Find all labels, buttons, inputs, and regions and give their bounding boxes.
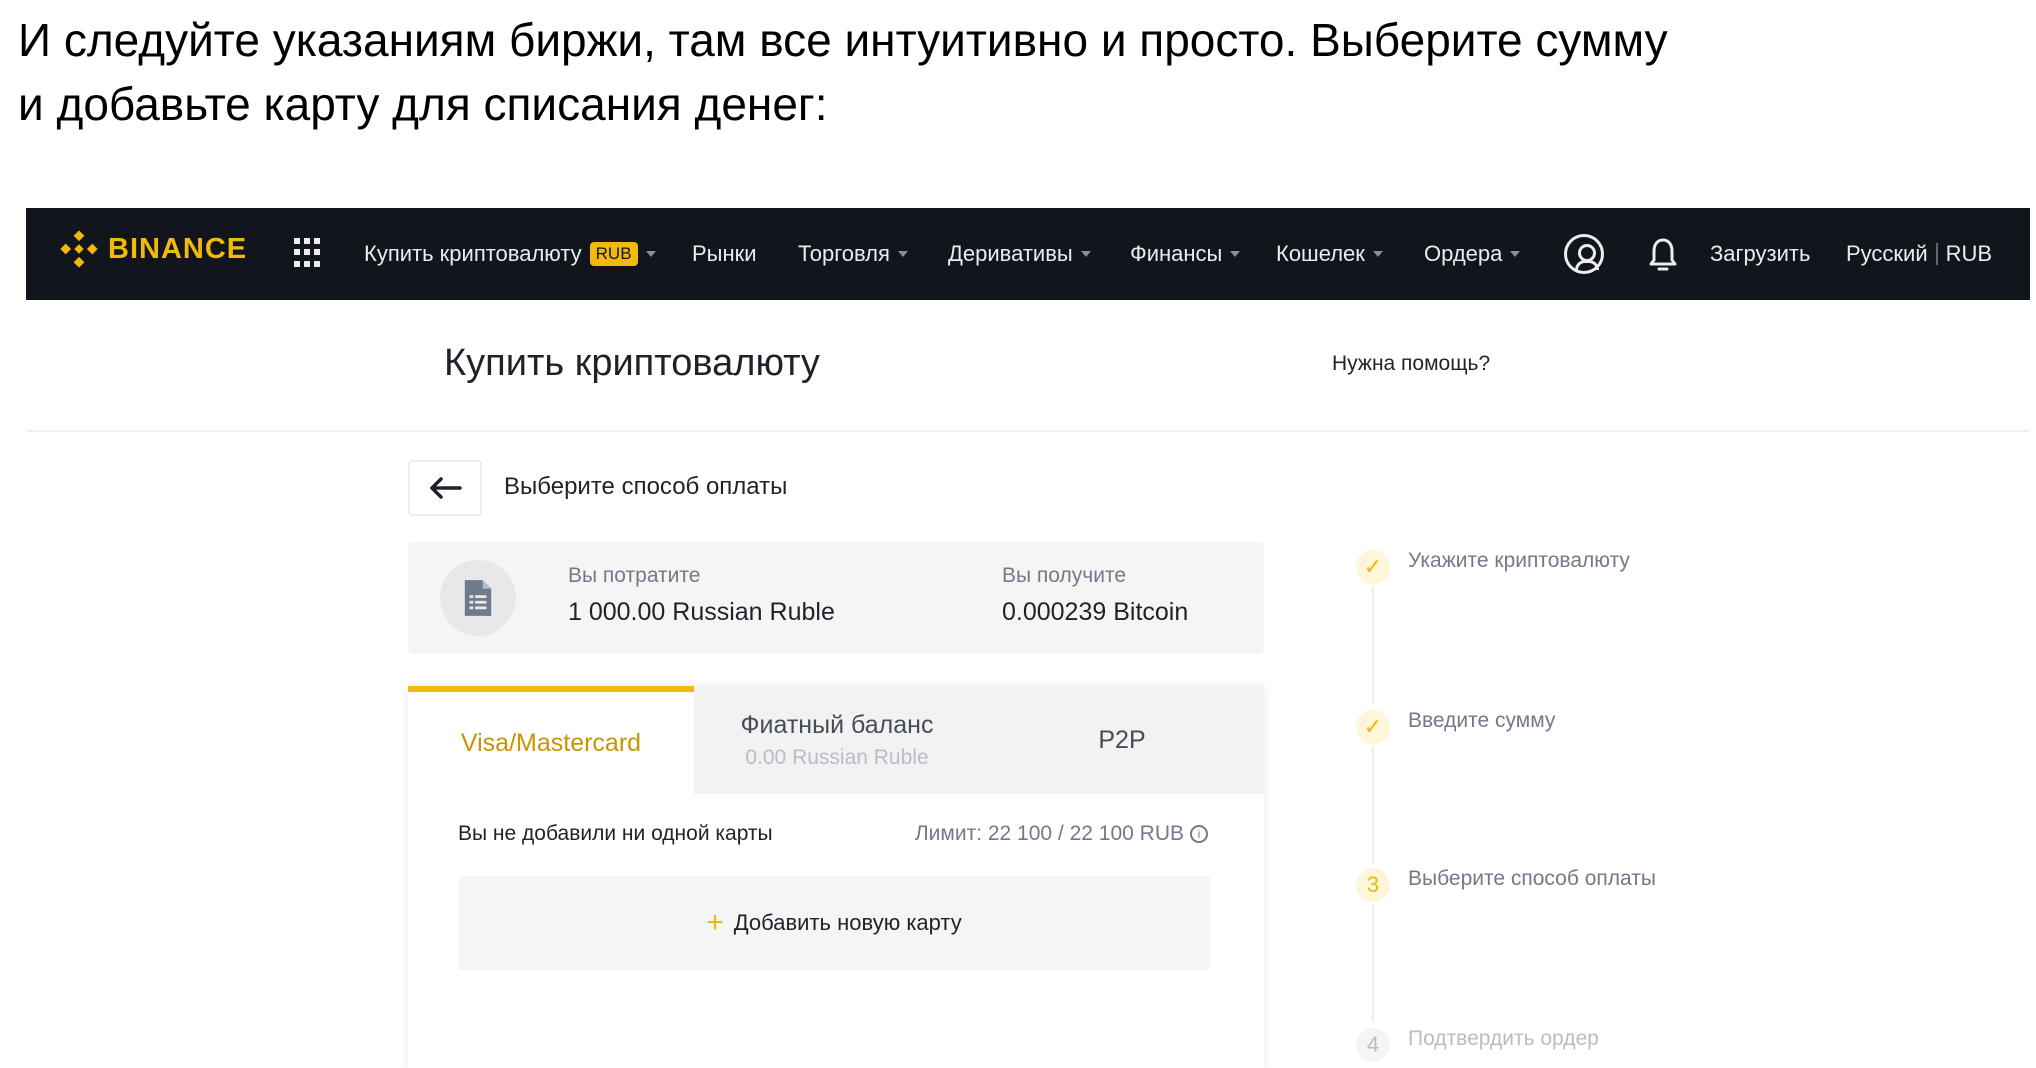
limit-text: Лимит: 22 100 / 22 100 RUB — [914, 822, 1184, 845]
payment-method-card: Visa/Mastercard Фиатный баланс 0.00 Russ… — [408, 686, 1264, 1068]
order-summary: Вы потратите 1 000.00 Russian Ruble Вы п… — [408, 542, 1264, 654]
nav-trade[interactable]: Торговля — [798, 208, 908, 300]
binance-logo-icon — [60, 230, 98, 268]
intro-line-1: И следуйте указаниям биржи, там все инту… — [18, 14, 1668, 66]
help-link[interactable]: Нужна помощь? — [1332, 352, 1490, 376]
chevron-down-icon — [645, 251, 656, 257]
intro-line-2: и добавьте карту для списания денег: — [18, 78, 828, 130]
chevron-down-icon — [1372, 251, 1383, 257]
nav-download-label: Загрузить — [1710, 241, 1811, 266]
step-1-label: Укажите криптовалюту — [1408, 549, 1630, 572]
limit-info: Лимит: 22 100 / 22 100 RUB i — [915, 822, 1208, 846]
chevron-down-icon — [897, 251, 908, 257]
arrow-left-icon — [430, 477, 462, 499]
info-icon[interactable]: i — [1190, 825, 1208, 843]
back-button[interactable] — [408, 460, 482, 516]
chevron-down-icon — [1080, 251, 1091, 257]
step-connector — [1372, 904, 1374, 1022]
step-4-label: Подтвердить ордер — [1408, 1027, 1599, 1050]
nav-markets-label: Рынки — [692, 241, 757, 266]
nav-buy-crypto[interactable]: Купить криптовалюту RUB — [364, 208, 656, 300]
step-3-label: Выберите способ оплаты — [1408, 867, 1656, 890]
spend-label: Вы потратите — [568, 564, 701, 587]
step-connector — [1372, 746, 1374, 864]
logo-text: BINANCE — [108, 232, 248, 265]
step-4-number: 4 — [1356, 1028, 1390, 1062]
spend-value: 1 000.00 Russian Ruble — [568, 598, 835, 626]
nav-language-currency[interactable]: Русский RUB — [1846, 208, 1992, 300]
tab-visa-mastercard-label: Visa/Mastercard — [460, 728, 642, 757]
top-nav: BINANCE Купить криптовалюту RUB Рынки То… — [26, 208, 2030, 300]
chevron-down-icon — [1230, 251, 1241, 257]
nav-wallet[interactable]: Кошелек — [1276, 208, 1383, 300]
add-card-button[interactable]: + Добавить новую карту — [458, 876, 1210, 970]
step-connector — [1372, 586, 1374, 704]
divider — [1935, 243, 1938, 265]
nav-finance-label: Финансы — [1130, 241, 1223, 266]
user-icon[interactable] — [1564, 234, 1604, 274]
no-cards-message: Вы не добавили ни одной карты — [458, 822, 773, 845]
payment-tabs: Visa/Mastercard Фиатный баланс 0.00 Russ… — [408, 686, 1264, 794]
binance-logo[interactable]: BINANCE — [60, 230, 247, 268]
chevron-down-icon — [1510, 251, 1521, 257]
tab-visa-mastercard[interactable]: Visa/Mastercard — [408, 686, 694, 794]
nav-derivatives-label: Деривативы — [948, 241, 1073, 266]
nav-orders-label: Ордера — [1424, 241, 1503, 266]
nav-download[interactable]: Загрузить — [1710, 208, 1810, 300]
nav-buy-crypto-label: Купить криптовалюту — [364, 241, 582, 266]
receive-value: 0.000239 Bitcoin — [1002, 598, 1189, 626]
receive-label: Вы получите — [1002, 564, 1127, 587]
nav-currency: RUB — [1945, 241, 1993, 266]
step-3-number: 3 — [1356, 868, 1390, 902]
apps-grid-icon[interactable] — [294, 238, 324, 268]
nav-finance[interactable]: Финансы — [1130, 208, 1241, 300]
binance-screenshot: BINANCE Купить криптовалюту RUB Рынки То… — [26, 208, 2030, 1068]
tab-fiat-balance-label: Фиатный баланс — [740, 710, 934, 739]
nav-trade-label: Торговля — [798, 241, 890, 266]
step-1-check-icon: ✓ — [1356, 550, 1390, 584]
section-title: Выберите способ оплаты — [504, 473, 788, 500]
document-icon — [440, 560, 516, 636]
tab-p2p[interactable]: P2P — [980, 686, 1264, 794]
add-card-label: Добавить новую карту — [733, 910, 962, 935]
page-title: Купить криптовалюту — [444, 342, 820, 384]
step-2-check-icon: ✓ — [1356, 710, 1390, 744]
rub-badge: RUB — [589, 242, 638, 266]
fiat-balance-amount: 0.00 Russian Ruble — [745, 745, 929, 769]
tab-fiat-balance[interactable]: Фиатный баланс 0.00 Russian Ruble — [694, 686, 980, 794]
nav-wallet-label: Кошелек — [1276, 241, 1365, 266]
nav-orders[interactable]: Ордера — [1424, 208, 1521, 300]
plus-icon: + — [706, 906, 724, 939]
nav-derivatives[interactable]: Деривативы — [948, 208, 1091, 300]
nav-markets[interactable]: Рынки — [692, 208, 757, 300]
nav-language: Русский — [1846, 241, 1928, 266]
intro-text: И следуйте указаниям биржи, там все инту… — [18, 8, 1918, 136]
tab-p2p-label: P2P — [1098, 725, 1146, 754]
step-2-label: Введите сумму — [1408, 709, 1556, 732]
header-divider — [26, 430, 2030, 432]
bell-icon[interactable] — [1648, 236, 1678, 272]
